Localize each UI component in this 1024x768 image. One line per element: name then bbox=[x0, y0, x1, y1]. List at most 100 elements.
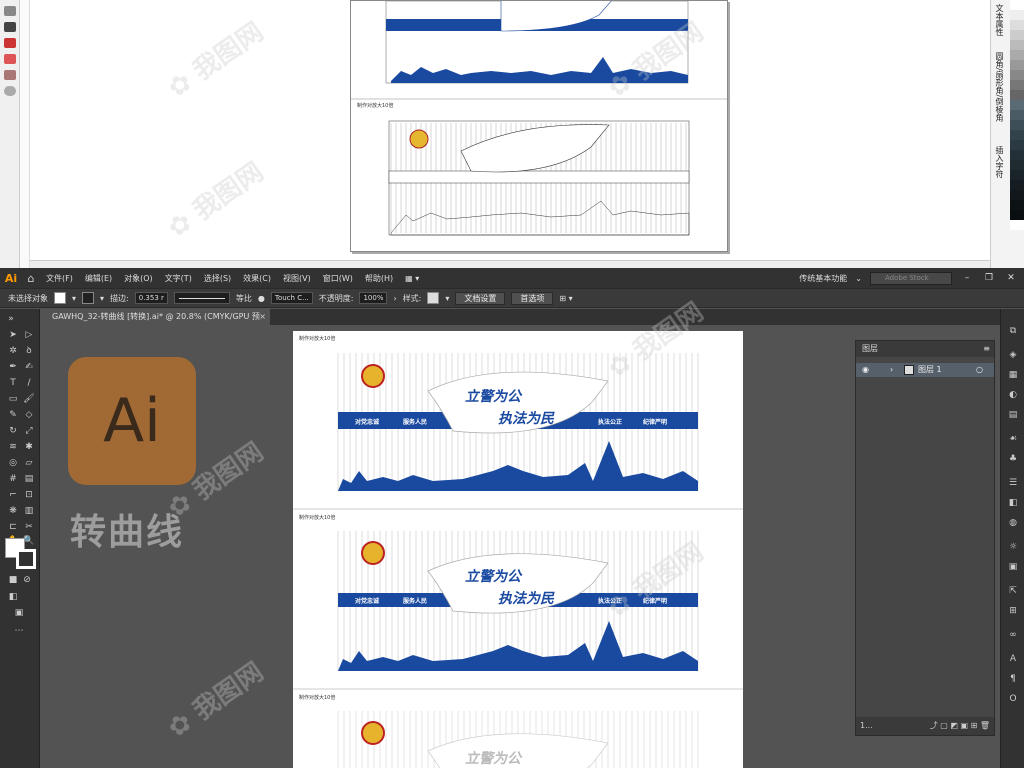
arrange-docs-icon[interactable]: ▦ ▾ bbox=[399, 274, 425, 283]
shape-builder-icon[interactable]: ◎ bbox=[6, 457, 20, 469]
paintbrush-icon[interactable]: 🖌 bbox=[22, 393, 36, 405]
fill-icon[interactable] bbox=[4, 54, 16, 64]
appearance-icon[interactable]: ☼ bbox=[1007, 541, 1019, 553]
blend-icon[interactable]: ⊡ bbox=[22, 489, 36, 501]
type-tool-icon[interactable]: T bbox=[6, 377, 20, 389]
stroke-color-box[interactable] bbox=[16, 549, 36, 569]
collapse-icon[interactable]: » bbox=[4, 313, 18, 325]
opentype-icon[interactable]: O bbox=[1007, 693, 1019, 705]
minimize-icon[interactable]: – bbox=[960, 273, 974, 283]
line-tool-icon[interactable]: / bbox=[22, 377, 36, 389]
menu-edit[interactable]: 编辑(E) bbox=[79, 273, 118, 284]
eraser-icon[interactable]: ◇ bbox=[22, 409, 36, 421]
horizontal-scrollbar[interactable] bbox=[30, 260, 990, 268]
direct-selection-icon[interactable]: ▷ bbox=[22, 329, 36, 341]
stroke-weight-input[interactable]: 0.353 r bbox=[134, 292, 168, 304]
layer-name[interactable]: 图层 1 bbox=[918, 363, 942, 377]
graphic-style-swatch[interactable] bbox=[427, 292, 440, 304]
gradient-icon[interactable]: ▤ bbox=[22, 473, 36, 485]
libraries-icon[interactable]: ▦ bbox=[1007, 369, 1019, 381]
shaper-icon[interactable]: ✎ bbox=[6, 409, 20, 421]
menu-object[interactable]: 对象(O) bbox=[118, 273, 159, 284]
document-tab[interactable]: GAWHQ_32-转曲线 [转换].ai* @ 20.8% (CMYK/GPU … bbox=[40, 309, 270, 337]
stroke-dropdown-icon[interactable]: ▾ bbox=[100, 294, 104, 303]
lasso-icon[interactable]: ꝺ bbox=[22, 345, 36, 357]
close-icon[interactable]: × bbox=[259, 309, 266, 325]
properties-icon[interactable]: ⧉ bbox=[1007, 325, 1019, 337]
restore-icon[interactable]: ❐ bbox=[982, 273, 996, 283]
symbol-sprayer-icon[interactable]: ❋ bbox=[6, 505, 20, 517]
paragraph-icon[interactable]: ¶ bbox=[1007, 673, 1019, 685]
artboard-tool-icon[interactable]: ⊏ bbox=[6, 521, 20, 533]
rotate-icon[interactable]: ↻ bbox=[6, 425, 20, 437]
docker-tab-insert-char[interactable]: 插入字符 bbox=[993, 146, 1005, 178]
layer-actions-icons[interactable]: ⤴ ▢ ◩ ▣ ⊞ 🗑 bbox=[930, 717, 990, 735]
document-setup-button[interactable]: 文档设置 bbox=[455, 291, 506, 305]
stock-search-input[interactable]: Adobe Stock bbox=[870, 271, 952, 285]
color-palette[interactable] bbox=[1010, 0, 1024, 268]
artboard[interactable]: 制作对放大10倍 立警为公 执法为民 对党忠诚 服务人民 执法公正 纪律严明 制… bbox=[293, 331, 743, 768]
pen-tool-icon[interactable]: ✒ bbox=[6, 361, 20, 373]
opacity-label[interactable]: 不透明度: bbox=[319, 293, 354, 304]
brush-definition[interactable]: Touch C... bbox=[270, 292, 313, 304]
layers-icon[interactable]: ◈ bbox=[1007, 349, 1019, 361]
draw-mode-icon[interactable]: ◧ bbox=[6, 591, 20, 603]
opacity-input[interactable]: 100% bbox=[359, 292, 388, 304]
screen-mode-icon[interactable]: ▣ bbox=[12, 607, 26, 619]
stroke-profile[interactable]: 等比 bbox=[236, 293, 252, 304]
opacity-arrow-icon[interactable]: › bbox=[393, 294, 396, 303]
expand-chevron-icon[interactable]: › bbox=[890, 363, 893, 377]
menu-view[interactable]: 视图(V) bbox=[277, 273, 317, 284]
transparency-icon[interactable]: ◍ bbox=[1007, 517, 1019, 529]
stroke-icon[interactable]: ☰ bbox=[1007, 477, 1019, 489]
character-icon[interactable]: A bbox=[1007, 653, 1019, 665]
color-icon[interactable]: ◐ bbox=[1007, 389, 1019, 401]
menu-help[interactable]: 帮助(H) bbox=[359, 273, 399, 284]
rectangle-tool-icon[interactable]: ▭ bbox=[6, 393, 20, 405]
graphic-styles-icon[interactable]: ▣ bbox=[1007, 561, 1019, 573]
scale-icon[interactable]: ⤢ bbox=[22, 425, 36, 437]
fill-dropdown-icon[interactable]: ▾ bbox=[72, 294, 76, 303]
style-dropdown-icon[interactable]: ▾ bbox=[445, 294, 449, 303]
links-icon[interactable]: ∞ bbox=[1007, 629, 1019, 641]
menu-effect[interactable]: 效果(C) bbox=[237, 273, 277, 284]
graph-tool-icon[interactable]: ▥ bbox=[22, 505, 36, 517]
text-tool-icon[interactable] bbox=[4, 6, 16, 16]
menu-window[interactable]: 窗口(W) bbox=[317, 273, 359, 284]
brushes-icon[interactable]: ☙ bbox=[1007, 433, 1019, 445]
stroke-swatch[interactable] bbox=[82, 292, 95, 304]
fill-swatch[interactable] bbox=[54, 292, 66, 304]
warp-icon[interactable]: ≋ bbox=[6, 441, 20, 453]
curvature-icon[interactable]: ✍ bbox=[22, 361, 36, 373]
export-icon[interactable]: ⇱ bbox=[1007, 585, 1019, 597]
mesh-icon[interactable]: # bbox=[6, 473, 20, 485]
perspective-icon[interactable]: ▱ bbox=[22, 457, 36, 469]
home-icon[interactable]: ⌂ bbox=[22, 272, 40, 285]
visibility-eye-icon[interactable]: ◉ bbox=[862, 363, 869, 377]
slice-tool-icon[interactable]: ✂ bbox=[22, 521, 36, 533]
asset-export-icon[interactable]: ⊞ bbox=[1007, 605, 1019, 617]
magic-wand-icon[interactable]: ✲ bbox=[6, 345, 20, 357]
selection-tool-icon[interactable]: ➤ bbox=[6, 329, 20, 341]
close-window-icon[interactable]: ✕ bbox=[1004, 273, 1018, 283]
menu-file[interactable]: 文件(F) bbox=[40, 273, 79, 284]
more-tools-icon[interactable]: ⋯ bbox=[12, 625, 26, 637]
layers-panel-title[interactable]: 图层 bbox=[862, 344, 878, 353]
target-circle-icon[interactable]: ○ bbox=[976, 363, 983, 377]
none-swatch-icon[interactable]: ⊘ bbox=[20, 574, 34, 586]
symbols-icon[interactable]: ♣ bbox=[1007, 453, 1019, 465]
eyedropper-tool-icon[interactable]: ⌐ bbox=[6, 489, 20, 501]
panel-menu-icon[interactable]: ≡ bbox=[983, 341, 990, 357]
layer-row[interactable]: ◉ › 图层 1 ○ bbox=[856, 363, 994, 377]
smart-fill-icon[interactable] bbox=[4, 70, 16, 80]
docker-tab-text-props[interactable]: 文本属性 bbox=[993, 4, 1005, 36]
color-mode-icon[interactable]: ■ bbox=[6, 574, 20, 586]
eyedropper-icon[interactable] bbox=[4, 38, 16, 48]
docker-tab-fillet[interactable]: 圆角/扇形角/倒棱角 bbox=[993, 52, 1005, 121]
gradient-panel-icon[interactable]: ◧ bbox=[1007, 497, 1019, 509]
puppet-warp-icon[interactable]: ✱ bbox=[22, 441, 36, 453]
menu-select[interactable]: 选择(S) bbox=[198, 273, 237, 284]
preferences-button[interactable]: 首选项 bbox=[511, 291, 554, 305]
align-icon[interactable]: ⊞ ▾ bbox=[559, 294, 572, 303]
chevron-down-icon[interactable]: ⌄ bbox=[855, 274, 862, 283]
